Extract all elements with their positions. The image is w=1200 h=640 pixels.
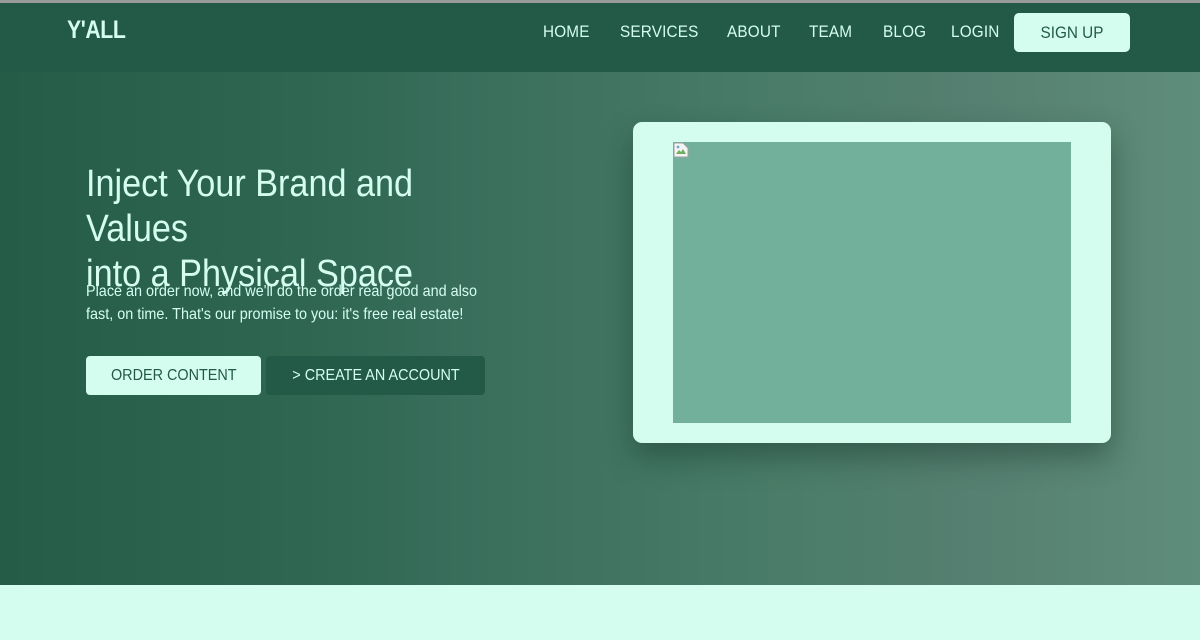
hero-subtext-line-1: Place an order now, and we'll do the ord…: [86, 283, 478, 300]
hero-headline: Inject Your Brand and Values into a Phys…: [86, 162, 518, 297]
nav-link-home[interactable]: HOME: [543, 22, 590, 44]
media-frame: [633, 122, 1111, 443]
nav-link-team[interactable]: TEAM: [809, 22, 852, 44]
hero-headline-line-1: Inject Your Brand and Values: [86, 163, 414, 250]
create-account-button-label: > CREATE AN ACCOUNT: [291, 366, 460, 384]
signup-button-label: SIGN UP: [1040, 22, 1104, 42]
hero-image: [673, 142, 1071, 423]
nav-link-blog[interactable]: BLOG: [883, 22, 926, 44]
nav-link-services[interactable]: SERVICES: [620, 22, 699, 44]
broken-image-icon: [673, 142, 689, 158]
nav-link-login[interactable]: LOGIN: [951, 22, 1000, 44]
signup-button[interactable]: SIGN UP: [1014, 13, 1130, 52]
order-content-button[interactable]: ORDER CONTENT: [86, 356, 261, 395]
brand-logo[interactable]: Y'ALL: [67, 16, 126, 45]
nav-link-about[interactable]: ABOUT: [727, 22, 781, 44]
navbar: Y'ALL HOME SERVICES ABOUT TEAM BLOG LOGI…: [0, 3, 1200, 72]
hero-subtext: Place an order now, and we'll do the ord…: [86, 280, 527, 326]
hero-subtext-line-2: fast, on time. That's our promise to you…: [86, 306, 464, 323]
hero-section: Inject Your Brand and Values into a Phys…: [0, 72, 1200, 585]
order-content-button-label: ORDER CONTENT: [110, 366, 237, 384]
create-account-button[interactable]: > CREATE AN ACCOUNT: [266, 356, 485, 395]
next-section: [0, 585, 1200, 640]
